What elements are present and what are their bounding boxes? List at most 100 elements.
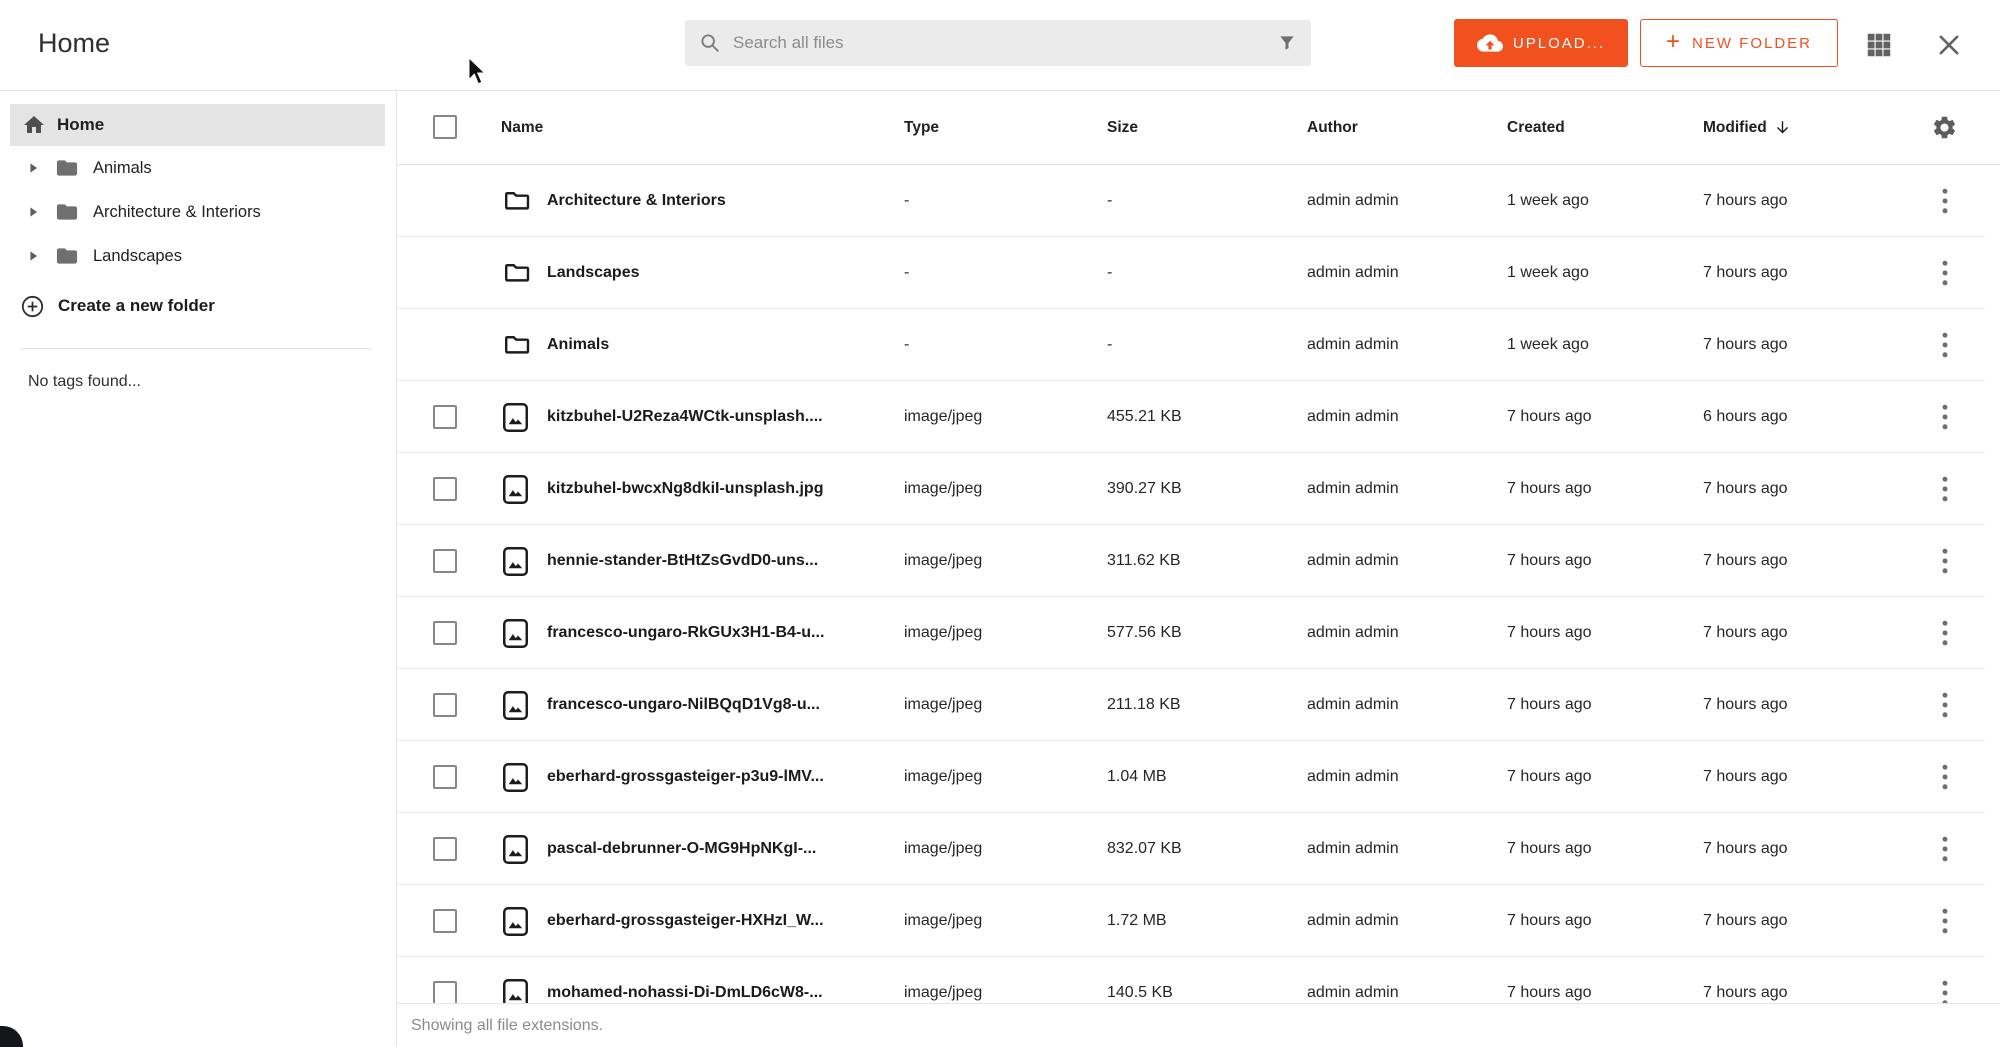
row-size: 311.62 KB [1107, 525, 1181, 597]
expand-arrow-icon[interactable] [28, 250, 40, 262]
row-type: image/jpeg [904, 813, 982, 885]
image-file-icon [502, 474, 529, 505]
row-actions-kebab-icon[interactable] [1937, 763, 1953, 791]
sidebar-folder-label: Architecture & Interiors [93, 203, 261, 222]
create-folder-button[interactable]: Create a new folder [20, 285, 215, 327]
image-file-icon [502, 906, 529, 937]
row-type: image/jpeg [904, 597, 982, 669]
row-actions-kebab-icon[interactable] [1937, 475, 1953, 503]
upload-button[interactable]: UPLOAD... [1454, 19, 1628, 67]
table-row[interactable]: kitzbuhel-U2Reza4WCtk-unsplash.... image… [397, 381, 1985, 453]
close-icon[interactable] [1932, 28, 1966, 62]
top-bar: Home UPLOAD... + NEW FOLDER [0, 0, 2000, 91]
row-actions-kebab-icon[interactable] [1937, 619, 1953, 647]
table-row[interactable]: hennie-stander-BtHtZsGvdD0-uns... image/… [397, 525, 1985, 597]
sidebar-folder-item[interactable]: Animals [0, 146, 397, 190]
table-row[interactable]: Animals - - admin admin 1 week ago 7 hou… [397, 309, 1985, 381]
row-created: 7 hours ago [1507, 525, 1592, 597]
select-all-checkbox[interactable] [433, 115, 457, 139]
row-modified: 7 hours ago [1703, 885, 1788, 957]
row-checkbox[interactable] [433, 765, 457, 789]
row-actions-kebab-icon[interactable] [1937, 331, 1953, 359]
column-header-author[interactable]: Author [1307, 90, 1358, 165]
image-file-icon [502, 402, 529, 433]
table-row[interactable]: pascal-debrunner-O-MG9HpNKgI-... image/j… [397, 813, 1985, 885]
row-actions-kebab-icon[interactable] [1937, 187, 1953, 215]
row-created: 7 hours ago [1507, 741, 1592, 813]
row-size: 211.18 KB [1107, 669, 1181, 741]
row-modified: 6 hours ago [1703, 381, 1788, 453]
sidebar-folder-label: Animals [93, 159, 152, 178]
row-actions-kebab-icon[interactable] [1937, 835, 1953, 863]
row-modified: 7 hours ago [1703, 597, 1788, 669]
expand-arrow-icon[interactable] [28, 162, 40, 174]
row-author: admin admin [1307, 309, 1399, 381]
row-actions-kebab-icon[interactable] [1937, 259, 1953, 287]
row-created: 7 hours ago [1507, 381, 1592, 453]
home-icon [22, 113, 46, 137]
row-author: admin admin [1307, 525, 1399, 597]
row-checkbox[interactable] [433, 909, 457, 933]
folder-icon [54, 199, 80, 225]
row-name: eberhard-grossgasteiger-HXHzI_W... [547, 885, 824, 957]
row-type: - [904, 237, 909, 309]
search-input[interactable] [731, 32, 1277, 54]
table-row[interactable]: eberhard-grossgasteiger-p3u9-lMV... imag… [397, 741, 1985, 813]
row-author: admin admin [1307, 237, 1399, 309]
column-header-type[interactable]: Type [904, 90, 939, 165]
row-checkbox[interactable] [433, 549, 457, 573]
row-size: 390.27 KB [1107, 453, 1182, 525]
row-checkbox[interactable] [433, 981, 457, 1005]
column-header-size[interactable]: Size [1107, 90, 1138, 165]
row-name: eberhard-grossgasteiger-p3u9-lMV... [547, 741, 824, 813]
sidebar-folder-item[interactable]: Architecture & Interiors [0, 190, 397, 234]
expand-arrow-icon[interactable] [28, 206, 40, 218]
row-created: 1 week ago [1507, 237, 1589, 309]
row-modified: 7 hours ago [1703, 525, 1788, 597]
row-checkbox[interactable] [433, 693, 457, 717]
row-name: Landscapes [547, 237, 639, 309]
table-header: Name Type Size Author Created Modified [397, 90, 2000, 165]
row-modified: 7 hours ago [1703, 165, 1788, 237]
row-author: admin admin [1307, 885, 1399, 957]
row-name: hennie-stander-BtHtZsGvdD0-uns... [547, 525, 818, 597]
column-header-created[interactable]: Created [1507, 90, 1565, 165]
row-checkbox[interactable] [433, 477, 457, 501]
row-name: pascal-debrunner-O-MG9HpNKgI-... [547, 813, 816, 885]
row-checkbox[interactable] [433, 405, 457, 429]
row-actions-kebab-icon[interactable] [1937, 403, 1953, 431]
new-folder-button[interactable]: + NEW FOLDER [1640, 19, 1838, 67]
column-settings-gear-icon[interactable] [1931, 114, 1958, 141]
sidebar-item-home[interactable]: Home [10, 104, 385, 146]
row-modified: 7 hours ago [1703, 453, 1788, 525]
row-author: admin admin [1307, 669, 1399, 741]
table-row[interactable]: eberhard-grossgasteiger-HXHzI_W... image… [397, 885, 1985, 957]
sidebar: Home Animals Architecture & Interiors La… [0, 90, 397, 1047]
row-size: 1.72 MB [1107, 885, 1167, 957]
table-row[interactable]: Landscapes - - admin admin 1 week ago 7 … [397, 237, 1985, 309]
column-header-name[interactable]: Name [501, 90, 543, 165]
column-header-modified[interactable]: Modified [1703, 90, 1791, 165]
folder-tree: Animals Architecture & Interiors Landsca… [0, 146, 397, 278]
sidebar-folder-item[interactable]: Landscapes [0, 234, 397, 278]
row-type: image/jpeg [904, 669, 982, 741]
search-box[interactable] [685, 20, 1311, 66]
row-actions-kebab-icon[interactable] [1937, 547, 1953, 575]
row-created: 1 week ago [1507, 309, 1589, 381]
row-modified: 7 hours ago [1703, 237, 1788, 309]
table-row[interactable]: francesco-ungaro-NilBQqD1Vg8-u... image/… [397, 669, 1985, 741]
row-actions-kebab-icon[interactable] [1937, 691, 1953, 719]
table-row[interactable]: francesco-ungaro-RkGUx3H1-B4-u... image/… [397, 597, 1985, 669]
table-row[interactable]: Architecture & Interiors - - admin admin… [397, 165, 1985, 237]
filter-icon[interactable] [1277, 33, 1297, 53]
table-row[interactable]: kitzbuhel-bwcxNg8dkiI-unsplash.jpg image… [397, 453, 1985, 525]
row-size: 455.21 KB [1107, 381, 1182, 453]
row-type: image/jpeg [904, 381, 982, 453]
row-actions-kebab-icon[interactable] [1937, 907, 1953, 935]
grid-view-icon[interactable] [1862, 28, 1896, 62]
image-file-icon [502, 618, 529, 649]
row-created: 7 hours ago [1507, 669, 1592, 741]
row-checkbox[interactable] [433, 621, 457, 645]
sidebar-divider [20, 348, 372, 349]
row-checkbox[interactable] [433, 837, 457, 861]
